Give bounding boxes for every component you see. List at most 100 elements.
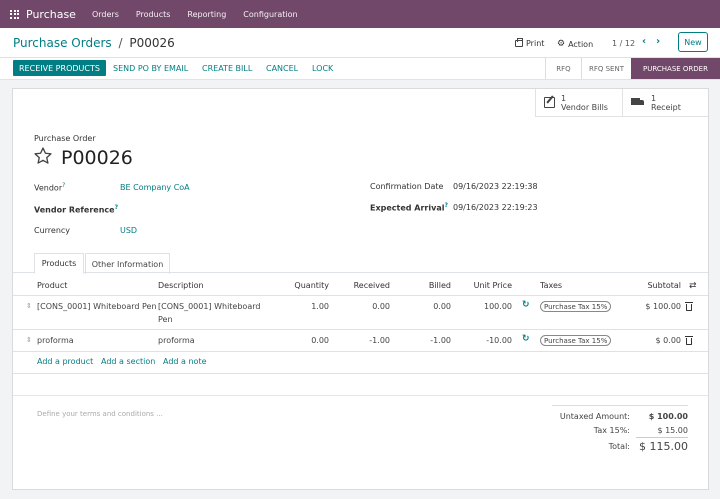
stage-purchase-order[interactable]: PURCHASE ORDER — [631, 58, 720, 79]
tax-amount-value: $ 15.00 — [657, 426, 688, 435]
col-quantity[interactable]: Quantity — [273, 281, 329, 290]
expected-arrival-help-marker: ? — [444, 202, 448, 209]
tax-tag[interactable]: Purchase Tax 15% — [540, 335, 612, 346]
vendor-bills-label: Vendor Bills — [561, 102, 608, 112]
col-taxes[interactable]: Taxes — [540, 281, 562, 290]
print-button[interactable]: Print — [515, 38, 545, 48]
star-icon[interactable] — [33, 146, 53, 166]
form-sheet: 1 Vendor Bills 1 Receipt Purchase Order … — [12, 88, 709, 490]
notebook-tabs: Products Other Information — [13, 251, 708, 274]
row-subtotal: $ 0.00 — [655, 336, 681, 345]
row-received[interactable]: -1.00 — [333, 336, 390, 345]
add-section-link[interactable]: Add a section — [101, 357, 155, 366]
nav-reporting[interactable]: Reporting — [187, 10, 226, 19]
currency-label: Currency — [34, 226, 71, 235]
untaxed-amount-value: $ 100.00 — [648, 412, 688, 421]
nav-products[interactable]: Products — [136, 10, 171, 19]
drag-handle-icon[interactable]: ⇕ — [26, 302, 32, 310]
add-note-link[interactable]: Add a note — [163, 357, 207, 366]
reset-price-icon[interactable]: ↻ — [522, 334, 530, 344]
tax-amount-label: Tax 15%: — [593, 426, 630, 435]
row-unit-price[interactable]: 100.00 — [458, 302, 512, 311]
vendor-label: Vendor? — [34, 182, 66, 193]
reset-price-icon[interactable]: ↻ — [522, 300, 530, 310]
vendor-reference-field[interactable] — [120, 204, 320, 214]
new-button[interactable]: New — [678, 32, 708, 52]
stage-rfq[interactable]: RFQ — [545, 58, 581, 79]
receive-products-button[interactable]: RECEIVE PRODUCTS — [13, 60, 106, 76]
action-button[interactable]: ⚙ Action — [557, 39, 593, 49]
col-subtotal[interactable]: Subtotal — [633, 281, 681, 290]
record-title: P00026 — [61, 147, 133, 169]
currency-field[interactable]: USD — [120, 226, 137, 235]
table-header: Product Description Quantity Received Bi… — [13, 274, 708, 296]
receipt-text: 1 Receipt — [651, 94, 681, 112]
breadcrumb-current: P00026 — [129, 36, 175, 50]
vendor-bills-text: 1 Vendor Bills — [561, 94, 608, 112]
totals-summary: Untaxed Amount: $ 100.00 Tax 15%: $ 15.0… — [552, 405, 688, 453]
row-quantity[interactable]: 0.00 — [273, 336, 329, 345]
trash-icon[interactable] — [685, 302, 693, 311]
col-received[interactable]: Received — [333, 281, 390, 290]
totals-divider — [636, 437, 688, 438]
receipt-label: Receipt — [651, 102, 681, 112]
col-unit-price[interactable]: Unit Price — [458, 281, 512, 290]
untaxed-amount-label: Untaxed Amount: — [559, 412, 630, 421]
create-bill-button[interactable]: CREATE BILL — [202, 64, 252, 73]
row-description[interactable]: proforma — [158, 336, 195, 345]
vendor-field[interactable]: BE Company CoA — [120, 183, 190, 192]
breadcrumb: Purchase Orders / P00026 — [13, 36, 175, 50]
row-billed[interactable]: 0.00 — [399, 302, 451, 311]
lock-button[interactable]: LOCK — [312, 64, 333, 73]
confirmation-date-label: Confirmation Date — [370, 182, 444, 191]
action-label: Action — [568, 39, 594, 49]
vendor-reference-help-marker: ? — [114, 204, 119, 211]
row-description[interactable]: [CONS_0001] Whiteboard Pen — [158, 300, 268, 326]
cancel-button[interactable]: CANCEL — [266, 64, 298, 73]
total-value: $ 115.00 — [639, 440, 688, 453]
col-product[interactable]: Product — [37, 281, 67, 290]
row-quantity[interactable]: 1.00 — [273, 302, 329, 311]
nav-configuration[interactable]: Configuration — [243, 10, 297, 19]
table-row[interactable]: ⇕ [CONS_0001] Whiteboard Pen [CONS_0001]… — [13, 296, 708, 330]
terms-input[interactable]: Define your terms and conditions ... — [37, 410, 163, 418]
printer-icon — [515, 38, 523, 47]
control-panel: Purchase Orders / P00026 Print ⚙ Action … — [0, 28, 720, 58]
truck-icon — [631, 98, 645, 107]
tab-products[interactable]: Products — [34, 253, 84, 274]
breadcrumb-parent[interactable]: Purchase Orders — [13, 36, 112, 50]
row-unit-price[interactable]: -10.00 — [458, 336, 512, 345]
row-received[interactable]: 0.00 — [333, 302, 390, 311]
vendor-bills-smart-button[interactable]: 1 Vendor Bills — [535, 89, 622, 117]
col-description[interactable]: Description — [158, 281, 204, 290]
send-po-email-button[interactable]: SEND PO BY EMAIL — [113, 64, 188, 73]
table-row[interactable]: ⇕ proforma proforma 0.00 -1.00 -1.00 -10… — [13, 330, 708, 352]
row-billed[interactable]: -1.00 — [399, 336, 451, 345]
drag-handle-icon[interactable]: ⇕ — [26, 336, 32, 344]
trash-icon[interactable] — [685, 336, 693, 345]
vendor-reference-label: Vendor Reference? — [34, 204, 119, 215]
empty-row — [13, 374, 708, 396]
col-billed[interactable]: Billed — [399, 281, 451, 290]
chevron-left-icon[interactable]: ‹ — [642, 36, 646, 47]
receipt-smart-button[interactable]: 1 Receipt — [622, 89, 708, 117]
breadcrumb-separator: / — [118, 36, 123, 50]
app-name[interactable]: Purchase — [26, 8, 76, 21]
confirmation-date-field[interactable]: 09/16/2023 22:19:38 — [453, 182, 538, 191]
add-product-link[interactable]: Add a product — [37, 357, 93, 366]
nav-orders[interactable]: Orders — [92, 10, 119, 19]
row-product[interactable]: proforma — [37, 336, 74, 345]
vendor-help-marker: ? — [62, 182, 66, 189]
receipt-count: 1 — [651, 93, 657, 103]
tax-tag[interactable]: Purchase Tax 15% — [540, 301, 612, 312]
stage-rfq-sent[interactable]: RFQ SENT — [581, 58, 631, 79]
tab-other-information[interactable]: Other Information — [85, 253, 170, 274]
pager-value[interactable]: 1 / 12 — [612, 39, 635, 48]
expected-arrival-field[interactable]: 09/16/2023 22:19:23 — [453, 203, 538, 212]
gear-icon: ⚙ — [557, 39, 566, 49]
chevron-right-icon[interactable]: › — [656, 36, 660, 47]
apps-menu-icon[interactable] — [10, 9, 19, 19]
column-settings-icon[interactable]: ⇄ — [689, 281, 697, 291]
print-label: Print — [526, 39, 545, 48]
row-product[interactable]: [CONS_0001] Whiteboard Pen — [37, 302, 157, 311]
